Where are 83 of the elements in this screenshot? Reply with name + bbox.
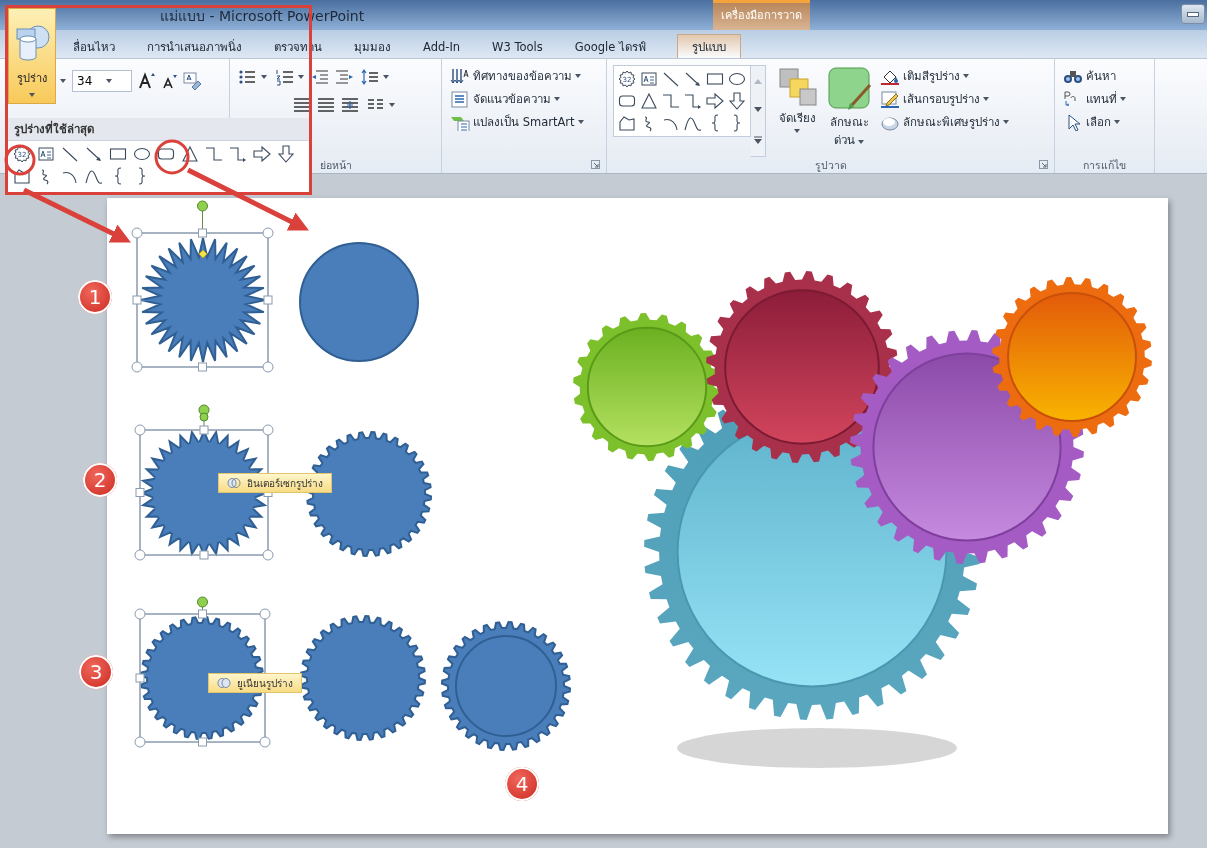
quick-styles-icon bbox=[826, 65, 872, 111]
align-text-icon bbox=[450, 90, 470, 108]
ribbon-command[interactable]: จัดแนวข้อความ bbox=[448, 88, 586, 110]
ribbon-command[interactable]: เติมสีรูปร่าง bbox=[878, 65, 1011, 87]
line-icon[interactable] bbox=[662, 70, 680, 88]
elbow-connector-icon[interactable] bbox=[205, 145, 223, 163]
tooltip-text: ยูเนียนรูปร่าง bbox=[237, 676, 293, 691]
dialog-launcher-icon[interactable] bbox=[591, 160, 600, 169]
text-box-icon[interactable] bbox=[37, 145, 55, 163]
ellipse-icon[interactable] bbox=[133, 145, 151, 163]
ribbon-command[interactable]: แทนที่ bbox=[1061, 88, 1128, 110]
gallery-more-icon[interactable] bbox=[754, 136, 762, 145]
curve-icon[interactable] bbox=[85, 167, 103, 185]
ribbon-tab[interactable]: ลื่อนไหว bbox=[58, 34, 130, 58]
font-size-field[interactable]: 34 bbox=[72, 70, 132, 92]
increase-indent-icon bbox=[334, 68, 354, 86]
rectangle-icon[interactable] bbox=[706, 70, 724, 88]
elbow-arrow-icon[interactable] bbox=[229, 145, 247, 163]
text-box-icon[interactable] bbox=[640, 70, 658, 88]
ribbon-command[interactable]: แปลงเป็น SmartArt bbox=[448, 111, 586, 133]
ribbon-tab[interactable]: มุมมอง bbox=[339, 34, 406, 58]
ribbon-tab[interactable]: การนำเสนอภาพนิ่ง bbox=[132, 34, 257, 58]
group-label: ย่อหน้า bbox=[319, 159, 352, 171]
minimize-button[interactable] bbox=[1181, 4, 1205, 24]
ellipse-icon[interactable] bbox=[728, 70, 746, 88]
clear-formatting-icon bbox=[182, 71, 202, 91]
triangle-icon[interactable] bbox=[640, 92, 658, 110]
quick-styles-button[interactable]: ลักษณะ ด่วน bbox=[824, 65, 874, 157]
step-number: 3 bbox=[79, 655, 113, 689]
dropdown-heading: รูปร่างที่ใช้ล่าสุด bbox=[8, 118, 309, 141]
freeform-icon[interactable] bbox=[618, 114, 636, 132]
group-label: รูปวาด bbox=[814, 159, 847, 171]
ribbon-command[interactable]: ค้นหา bbox=[1061, 65, 1128, 87]
distributed-align-icon bbox=[340, 96, 360, 114]
ribbon-command[interactable]: เลือก bbox=[1061, 111, 1128, 133]
arrow-icon[interactable] bbox=[85, 145, 103, 163]
decrease-indent-icon bbox=[310, 68, 330, 86]
dialog-launcher-icon[interactable] bbox=[1039, 160, 1048, 169]
bullet-list-icon bbox=[238, 68, 258, 86]
arrow-icon[interactable] bbox=[684, 70, 702, 88]
font-size-value: 34 bbox=[77, 74, 93, 88]
curve-icon[interactable] bbox=[684, 114, 702, 132]
grow-font-icon[interactable] bbox=[136, 72, 156, 90]
selection-box[interactable] bbox=[131, 200, 274, 373]
shapes-icon bbox=[14, 23, 50, 63]
down-arrow-icon[interactable] bbox=[277, 145, 295, 163]
intersect-shapes-icon bbox=[227, 477, 241, 489]
scroll-down-icon[interactable] bbox=[754, 107, 762, 113]
text-direction-icon bbox=[450, 67, 470, 85]
freeform-icon[interactable] bbox=[13, 167, 31, 185]
triangle-icon[interactable] bbox=[181, 145, 199, 163]
shrink-font-icon[interactable] bbox=[160, 72, 178, 90]
ribbon-tab[interactable]: รูปแบบ bbox=[677, 34, 741, 58]
highlight-circle bbox=[4, 144, 36, 176]
elbow-arrow-icon[interactable] bbox=[684, 92, 702, 110]
line-icon[interactable] bbox=[61, 145, 79, 163]
shapes-button[interactable]: รูปร่าง bbox=[8, 8, 56, 104]
group-label: การแก้ไข bbox=[1083, 159, 1126, 171]
pencil-icon bbox=[880, 90, 900, 108]
step-number: 2 bbox=[83, 463, 117, 497]
line-spacing-icon bbox=[360, 68, 380, 86]
ribbon-tab[interactable]: Add-In bbox=[408, 34, 476, 58]
highlight-circle bbox=[154, 139, 190, 175]
justify-icon bbox=[292, 96, 312, 114]
numbered-list-icon bbox=[275, 68, 295, 86]
arrange-button[interactable]: จัดเรียง bbox=[774, 65, 820, 157]
align-justify-icon bbox=[316, 96, 336, 114]
ribbon-tab[interactable]: Google ไดรฟ์ bbox=[559, 34, 661, 58]
rectangle-icon[interactable] bbox=[109, 145, 127, 163]
right-arrow-icon[interactable] bbox=[706, 92, 724, 110]
right-arrow-icon[interactable] bbox=[253, 145, 271, 163]
contextual-tab-group: เครื่องมือการวาด bbox=[713, 0, 810, 30]
rounded-rectangle-icon[interactable] bbox=[157, 145, 175, 163]
ribbon-tab[interactable]: W3 Tools bbox=[477, 34, 558, 58]
down-arrow-icon[interactable] bbox=[728, 92, 746, 110]
ribbon-command[interactable]: ทิศทางของข้อความ bbox=[448, 65, 586, 87]
ribbon-command[interactable]: ลักษณะพิเศษรูปร่าง bbox=[878, 111, 1011, 133]
ribbon-command[interactable]: เส้นกรอบรูปร่าง bbox=[878, 88, 1011, 110]
rounded-rectangle-icon[interactable] bbox=[618, 92, 636, 110]
arrange-icon bbox=[776, 65, 818, 107]
tooltip-text: อินเตอร์เซกรูปร่าง bbox=[247, 476, 323, 491]
union-shapes-icon bbox=[217, 677, 231, 689]
step-number: 1 bbox=[78, 280, 112, 314]
